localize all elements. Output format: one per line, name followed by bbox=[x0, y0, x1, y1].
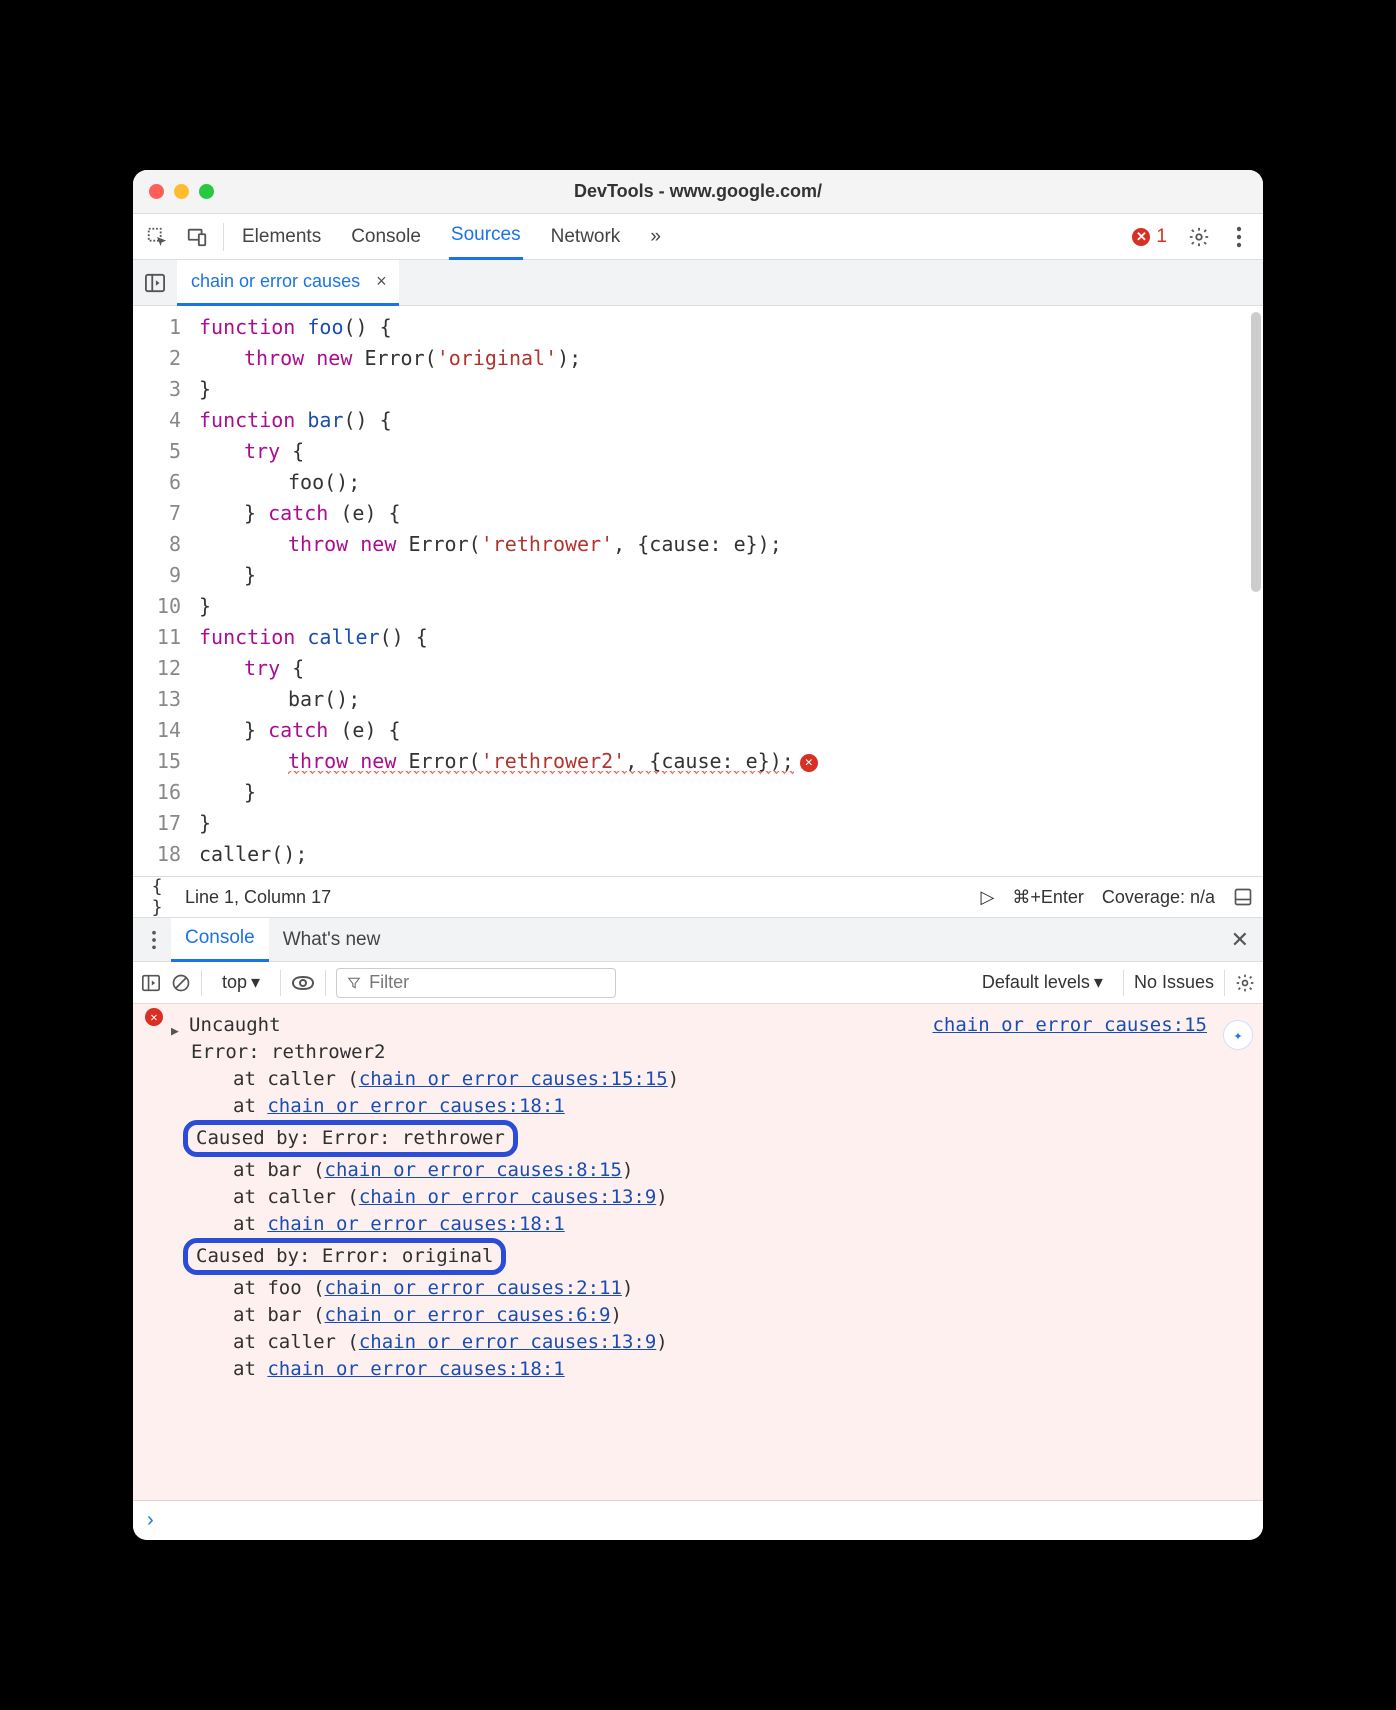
close-window-button[interactable] bbox=[149, 184, 164, 199]
issues-label[interactable]: No Issues bbox=[1134, 972, 1214, 993]
run-snippet-button[interactable]: ▷ bbox=[981, 887, 995, 908]
stack-source-link[interactable]: chain or error causes:15:15 bbox=[359, 1068, 668, 1090]
coverage-label: Coverage: n/a bbox=[1102, 887, 1215, 908]
console-line: at foo (chain or error causes:2:11) bbox=[191, 1275, 1263, 1302]
window-controls bbox=[149, 184, 214, 199]
close-file-tab-button[interactable]: × bbox=[370, 271, 393, 292]
minimize-window-button[interactable] bbox=[174, 184, 189, 199]
kebab-menu-icon[interactable] bbox=[1219, 217, 1259, 257]
console-line: at chain or error causes:18:1 bbox=[191, 1356, 1263, 1383]
console-prompt[interactable]: › bbox=[133, 1500, 1263, 1540]
run-shortcut-label: ⌘+Enter bbox=[1012, 887, 1084, 908]
console-line: Caused by: Error: original bbox=[191, 1238, 1263, 1275]
stack-source-link[interactable]: chain or error causes:18:1 bbox=[267, 1095, 564, 1117]
console-line: at bar (chain or error causes:8:15) bbox=[191, 1157, 1263, 1184]
console-line: Error: rethrower2 bbox=[191, 1039, 1263, 1066]
stack-source-link[interactable]: chain or error causes:13:9 bbox=[359, 1186, 656, 1208]
file-tabstrip: chain or error causes × bbox=[133, 260, 1263, 306]
window-title: DevTools - www.google.com/ bbox=[133, 181, 1263, 202]
editor-statusbar: { } Line 1, Column 17 ▷ ⌘+Enter Coverage… bbox=[133, 876, 1263, 918]
tab-sources[interactable]: Sources bbox=[449, 214, 523, 260]
code-editor[interactable]: 123456789101112131415161718 function foo… bbox=[133, 306, 1263, 876]
pretty-print-button[interactable]: { } bbox=[143, 876, 171, 918]
line-number-gutter: 123456789101112131415161718 bbox=[133, 306, 195, 876]
execution-context-select[interactable]: top ▾ bbox=[212, 970, 270, 995]
window-titlebar: DevTools - www.google.com/ bbox=[133, 170, 1263, 214]
console-line: at caller (chain or error causes:13:9) bbox=[191, 1184, 1263, 1211]
stack-source-link[interactable]: chain or error causes:8:15 bbox=[325, 1159, 622, 1181]
caused-by-highlight: Caused by: Error: original bbox=[183, 1238, 506, 1275]
device-toolbar-icon[interactable] bbox=[177, 217, 217, 257]
stack-source-link[interactable]: chain or error causes:18:1 bbox=[267, 1358, 564, 1380]
console-line: at caller (chain or error causes:13:9) bbox=[191, 1329, 1263, 1356]
console-line: Caused by: Error: rethrower bbox=[191, 1120, 1263, 1157]
file-tab-active[interactable]: chain or error causes × bbox=[177, 260, 399, 306]
log-levels-select[interactable]: Default levels ▾ bbox=[972, 970, 1113, 995]
cursor-position: Line 1, Column 17 bbox=[185, 887, 331, 908]
expand-toggle-icon[interactable]: ▶ bbox=[171, 1018, 179, 1045]
tab-network[interactable]: Network bbox=[549, 214, 623, 260]
file-tab-label: chain or error causes bbox=[191, 271, 360, 292]
console-line: at bar (chain or error causes:6:9) bbox=[191, 1302, 1263, 1329]
devtools-window: DevTools - www.google.com/ Elements Cons… bbox=[133, 170, 1263, 1540]
main-tabs: Elements Console Sources Network » bbox=[240, 214, 663, 260]
drawer-tab-whatsnew[interactable]: What's new bbox=[269, 918, 395, 962]
drawer-tab-console[interactable]: Console bbox=[171, 918, 269, 962]
prompt-chevron-icon: › bbox=[147, 1509, 154, 1532]
inline-error-icon[interactable]: ✕ bbox=[800, 754, 818, 772]
error-icon: ✕ bbox=[1132, 228, 1150, 246]
dock-side-icon[interactable] bbox=[1233, 887, 1253, 907]
chevron-down-icon: ▾ bbox=[251, 972, 260, 993]
console-sidebar-toggle-icon[interactable] bbox=[141, 974, 161, 992]
inspect-element-icon[interactable] bbox=[137, 217, 177, 257]
main-toolbar: Elements Console Sources Network » ✕ 1 bbox=[133, 214, 1263, 260]
drawer-menu-icon[interactable] bbox=[137, 930, 171, 950]
error-count: 1 bbox=[1156, 226, 1167, 248]
clear-console-icon[interactable] bbox=[171, 973, 191, 993]
maximize-window-button[interactable] bbox=[199, 184, 214, 199]
console-filter-input[interactable]: Filter bbox=[336, 968, 616, 998]
console-output[interactable]: ✕ chain or error causes:15 ✦ ▶ Uncaught … bbox=[133, 1004, 1263, 1500]
console-line: at chain or error causes:18:1 bbox=[191, 1211, 1263, 1238]
console-line: at caller (chain or error causes:15:15) bbox=[191, 1066, 1263, 1093]
settings-icon[interactable] bbox=[1179, 217, 1219, 257]
stack-source-link[interactable]: chain or error causes:6:9 bbox=[325, 1304, 611, 1326]
console-settings-icon[interactable] bbox=[1235, 973, 1255, 993]
chevron-down-icon: ▾ bbox=[1094, 972, 1103, 993]
tab-overflow-button[interactable]: » bbox=[648, 214, 663, 260]
filter-icon bbox=[347, 976, 361, 990]
editor-scrollbar-thumb[interactable] bbox=[1251, 312, 1261, 592]
error-header: Uncaught bbox=[173, 1014, 281, 1036]
stack-source-link[interactable]: chain or error causes:13:9 bbox=[359, 1331, 656, 1353]
tab-elements[interactable]: Elements bbox=[240, 214, 323, 260]
stack-source-link[interactable]: chain or error causes:18:1 bbox=[267, 1213, 564, 1235]
live-expression-icon[interactable] bbox=[291, 975, 315, 991]
close-drawer-button[interactable]: ✕ bbox=[1221, 927, 1259, 953]
console-line: at chain or error causes:18:1 bbox=[191, 1093, 1263, 1120]
caused-by-highlight: Caused by: Error: rethrower bbox=[183, 1120, 518, 1157]
drawer-tabstrip: Console What's new ✕ bbox=[133, 918, 1263, 962]
code-content[interactable]: function foo() {throw new Error('origina… bbox=[195, 306, 818, 876]
tab-console[interactable]: Console bbox=[349, 214, 423, 260]
console-toolbar: top ▾ Filter Default levels ▾ No Issues bbox=[133, 962, 1263, 1004]
navigator-toggle-icon[interactable] bbox=[133, 273, 177, 293]
stack-source-link[interactable]: chain or error causes:2:11 bbox=[325, 1277, 622, 1299]
error-count-badge[interactable]: ✕ 1 bbox=[1132, 226, 1167, 248]
